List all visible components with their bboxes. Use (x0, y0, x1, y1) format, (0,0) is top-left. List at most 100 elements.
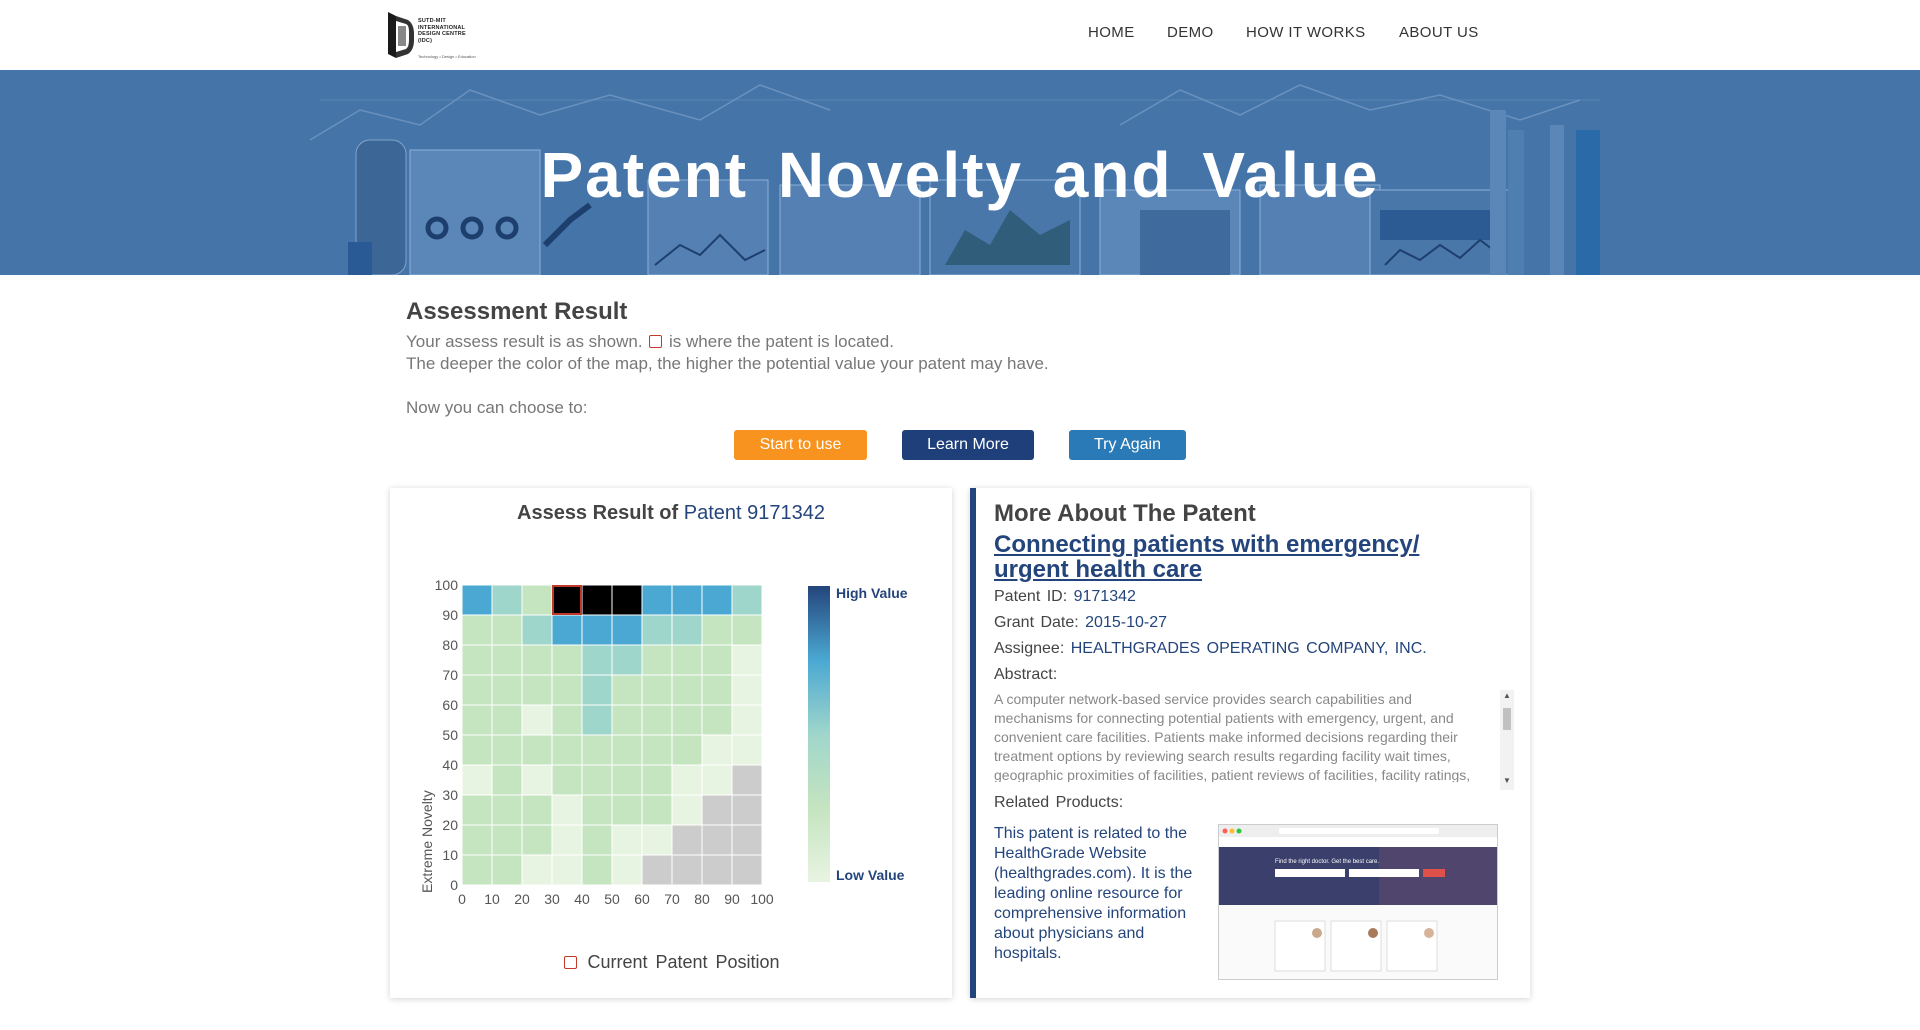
x-tick-label: 0 (458, 891, 466, 907)
heatmap-cell (551, 584, 583, 616)
patent-section-title: More About The Patent (994, 500, 1256, 527)
current-position-label: Current Patent Position (587, 952, 780, 972)
heatmap-cell (671, 794, 703, 826)
y-tick-label: 40 (442, 757, 458, 773)
heatmap-cell (641, 674, 673, 706)
heatmap-cell (611, 614, 643, 646)
start-to-use-button[interactable]: Start to use (734, 430, 867, 460)
heatmap-cell (551, 704, 583, 736)
learn-more-button[interactable]: Learn More (902, 430, 1034, 460)
patent-id-label: Patent ID: (994, 588, 1068, 605)
y-tick-label: 60 (442, 697, 458, 713)
heatmap-cell (611, 704, 643, 736)
related-products-label: Related Products: (994, 794, 1124, 811)
logo-tagline: Technology • Design • Education (418, 54, 476, 59)
heatmap-cell (641, 644, 673, 676)
heatmap-cell (491, 674, 523, 706)
assessment-line-2: The deeper the color of the map, the hig… (406, 354, 1049, 373)
heatmap-cell (491, 764, 523, 796)
y-tick-label: 90 (442, 607, 458, 623)
heatmap-cell (461, 644, 493, 676)
heatmap-cell (581, 644, 613, 676)
scroll-down-icon[interactable]: ▼ (1503, 776, 1511, 785)
heatmap-cell (671, 824, 703, 856)
nav-demo[interactable]: DEMO (1167, 24, 1214, 41)
heatmap-cell (701, 824, 733, 856)
heatmap-cell (611, 764, 643, 796)
assessment-title: Assessment Result (406, 298, 628, 325)
heatmap-cell (671, 584, 703, 616)
heatmap-cell (581, 614, 613, 646)
idc-logo-mark-icon (388, 12, 414, 58)
heatmap-cell (701, 854, 733, 886)
heatmap-cell (521, 824, 553, 856)
color-scale-bar (808, 586, 830, 882)
grant-date-value: 2015-10-27 (1085, 614, 1167, 631)
svg-text:Find the right doctor. Get the: Find the right doctor. Get the best care… (1275, 859, 1379, 865)
scrollbar-thumb[interactable] (1503, 708, 1511, 730)
heatmap-cell (461, 734, 493, 766)
heatmap-cell (731, 824, 763, 856)
heatmap-cell (491, 794, 523, 826)
try-again-button[interactable]: Try Again (1069, 430, 1186, 460)
heatmap-cell (701, 734, 733, 766)
nav-how-it-works[interactable]: HOW IT WORKS (1246, 24, 1366, 41)
heatmap-cell (461, 704, 493, 736)
heatmap-cell (521, 614, 553, 646)
abstract-scrollbar[interactable]: ▲ ▼ (1500, 690, 1514, 790)
heatmap-cell (731, 614, 763, 646)
x-tick-label: 100 (750, 891, 774, 907)
heatmap-cell (701, 674, 733, 706)
patent-id-value: 9171342 (1073, 588, 1136, 605)
heatmap-cell (461, 584, 493, 616)
x-tick-label: 30 (544, 891, 560, 907)
heatmap-cell (491, 734, 523, 766)
nav-about-us[interactable]: ABOUT US (1399, 24, 1479, 41)
nav-home[interactable]: HOME (1088, 24, 1135, 41)
heatmap-cell (581, 584, 613, 616)
y-tick-label: 20 (442, 817, 458, 833)
y-axis-label: Extreme Novelty (419, 790, 435, 893)
heatmap-cell (701, 614, 733, 646)
heatmap-cell (671, 674, 703, 706)
heatmap-cell (461, 824, 493, 856)
top-navbar: SUTD-MIT INTERNATIONAL DESIGN CENTRE (ID… (0, 0, 1920, 70)
heatmap-cell (641, 734, 673, 766)
assessment-line-1-start: Your assess result is as shown. (406, 332, 643, 351)
x-tick-label: 70 (664, 891, 680, 907)
heatmap-cell (611, 824, 643, 856)
heatmap-cell (581, 734, 613, 766)
idc-logo[interactable]: SUTD-MIT INTERNATIONAL DESIGN CENTRE (ID… (388, 10, 476, 62)
scroll-up-icon[interactable]: ▲ (1503, 691, 1511, 700)
grant-date-row: Grant Date: 2015-10-27 (994, 614, 1167, 632)
patent-title-link[interactable]: Connecting patients with emergency/ urge… (994, 532, 1494, 582)
heatmap-cell (671, 704, 703, 736)
heatmap-cell (491, 584, 523, 616)
heatmap-cell (491, 704, 523, 736)
y-tick-label: 70 (442, 667, 458, 683)
assess-result-card: Assess Result of Patent 9171342 0 10 20 30 4… (390, 488, 952, 998)
heatmap-cell (521, 794, 553, 826)
heatmap-cell (521, 674, 553, 706)
heatmap-cell (551, 644, 583, 676)
related-products-text: This patent is related to the HealthGrad… (994, 825, 1193, 962)
heatmap-cell (521, 704, 553, 736)
heatmap-cell (671, 854, 703, 886)
heatmap-cell (641, 854, 673, 886)
abstract-text[interactable]: A computer network-based service provide… (994, 690, 1514, 782)
heatmap-cell (671, 644, 703, 676)
heatmap-cell (461, 854, 493, 886)
grant-date-label: Grant Date: (994, 614, 1079, 631)
heatmap-cell (581, 674, 613, 706)
heatmap-cell (461, 764, 493, 796)
heatmap-cell (581, 704, 613, 736)
y-tick-label: 0 (450, 877, 458, 893)
heatmap-cell (611, 584, 643, 616)
heatmap-cell (521, 764, 553, 796)
heatmap-cell (671, 764, 703, 796)
heatmap-cell (641, 764, 673, 796)
heatmap-cell (551, 614, 583, 646)
heatmap-cell (581, 794, 613, 826)
heatmap-cell (641, 824, 673, 856)
y-tick-label: 10 (442, 847, 458, 863)
